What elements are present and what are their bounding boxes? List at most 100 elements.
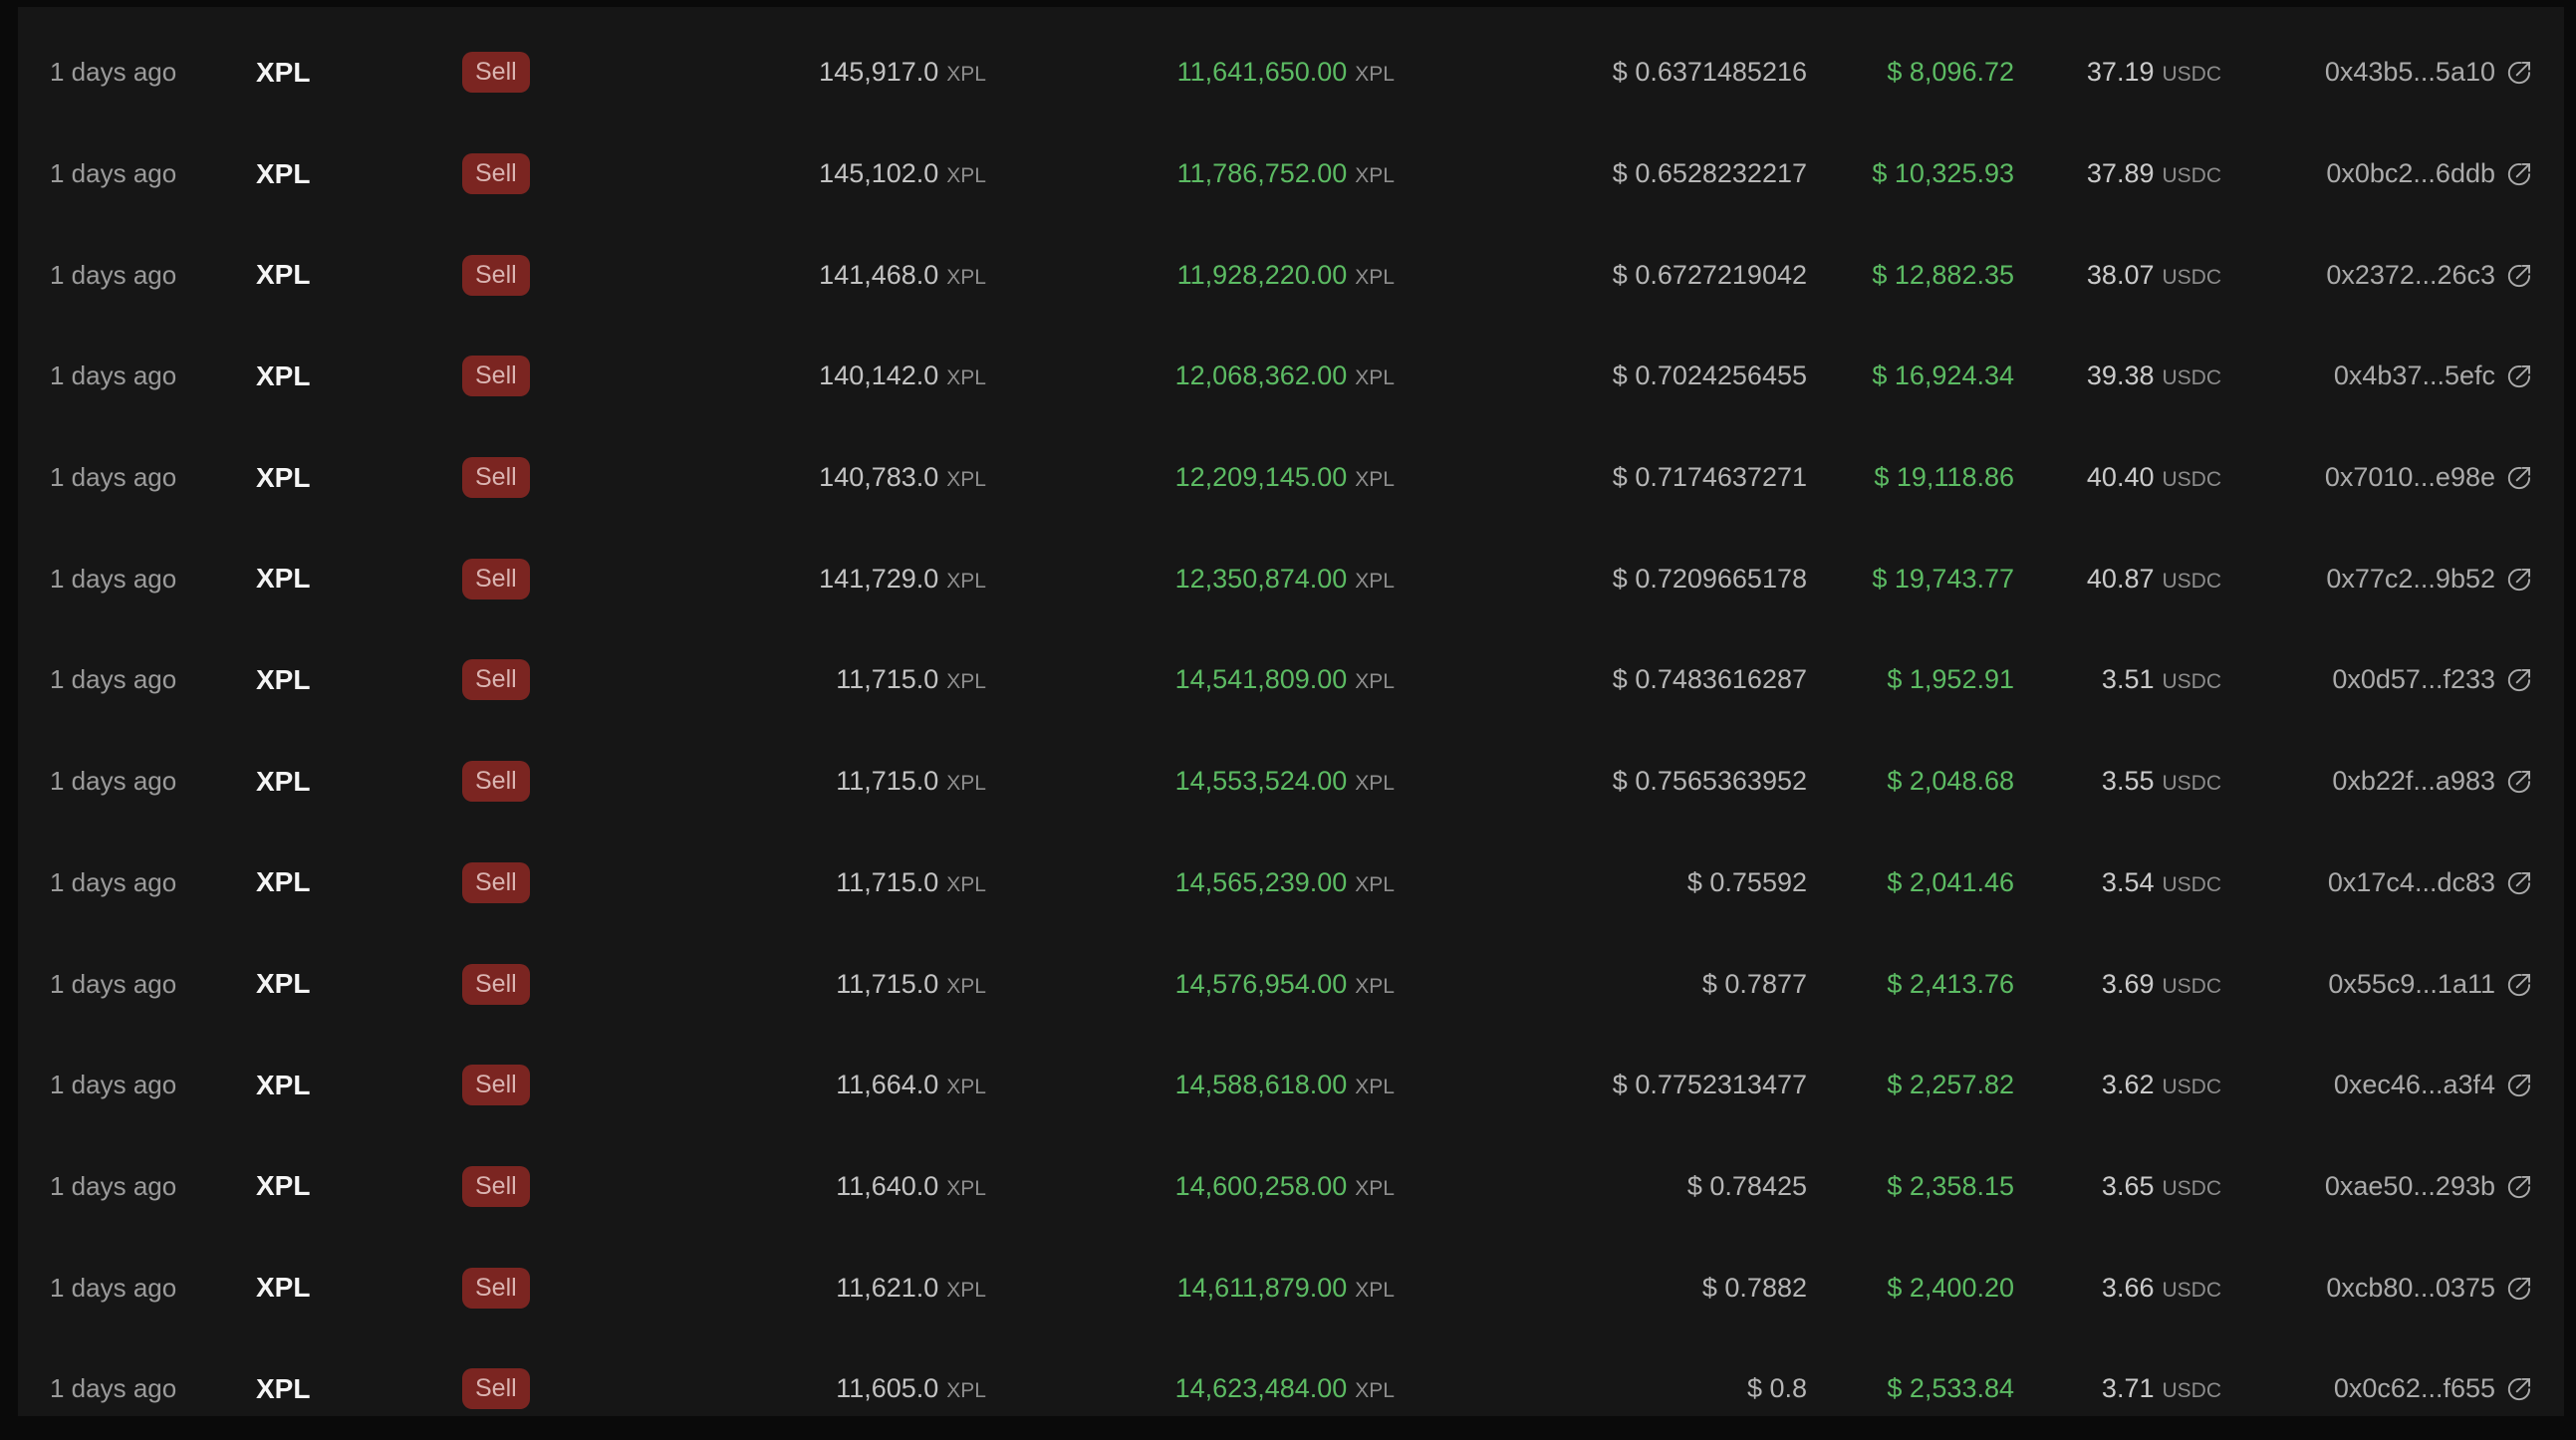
tx-cell: 0xae50...293b: [2221, 1171, 2533, 1202]
total-unit: XPL: [1355, 670, 1395, 693]
usd-value: $ 2,533.84: [1887, 1373, 2014, 1403]
usd-value: $ 8,096.72: [1887, 57, 2014, 87]
external-link-icon[interactable]: [2506, 768, 2533, 795]
external-link-icon[interactable]: [2506, 971, 2533, 998]
tx-hash-link[interactable]: 0xb22f...a983: [2332, 766, 2533, 797]
usd-value-cell: $ 2,041.46: [1807, 867, 2014, 898]
total-value: 14,553,524.00: [1175, 766, 1348, 796]
price-value: $ 0.7209665178: [1613, 564, 1807, 594]
table-row: 1 days ago XPL Sell 11,640.0XPL 14,600,2…: [18, 1136, 2564, 1238]
price-value: $ 0.75592: [1687, 867, 1807, 897]
usdc-cell: 37.89USDC: [2014, 158, 2221, 189]
amount-value: 11,715.0: [836, 969, 938, 999]
usd-value: $ 10,325.93: [1872, 158, 2014, 188]
total-cell: 14,623,484.00XPL: [986, 1373, 1395, 1404]
tx-hash-link[interactable]: 0x43b5...5a10: [2325, 57, 2533, 88]
usdc-value: 39.38: [2087, 360, 2155, 390]
price-cell: $ 0.7877: [1395, 969, 1807, 1000]
trade-age: 1 days ago: [50, 260, 256, 291]
usd-value: $ 12,882.35: [1872, 260, 2014, 290]
token-symbol: XPL: [256, 563, 462, 595]
external-link-icon[interactable]: [2506, 1375, 2533, 1402]
sell-badge: Sell: [462, 659, 530, 700]
usdc-unit: USDC: [2162, 772, 2221, 795]
table-row: 1 days ago XPL Sell 145,102.0XPL 11,786,…: [18, 123, 2564, 225]
usdc-value: 37.19: [2087, 57, 2155, 87]
total-value: 14,600,258.00: [1175, 1171, 1348, 1201]
usd-value-cell: $ 10,325.93: [1807, 158, 2014, 189]
usdc-value: 37.89: [2087, 158, 2155, 188]
table-row: 1 days ago XPL Sell 140,783.0XPL 12,209,…: [18, 427, 2564, 529]
external-link-icon[interactable]: [2506, 666, 2533, 693]
price-cell: $ 0.6528232217: [1395, 158, 1807, 189]
tx-hash-text: 0x4b37...5efc: [2334, 360, 2495, 391]
tx-hash-link[interactable]: 0x0c62...f655: [2334, 1373, 2533, 1404]
token-symbol: XPL: [256, 1070, 462, 1101]
tx-hash-link[interactable]: 0x4b37...5efc: [2334, 360, 2533, 391]
tx-hash-text: 0xb22f...a983: [2332, 766, 2495, 797]
amount-cell: 145,102.0XPL: [588, 158, 986, 189]
price-cell: $ 0.6371485216: [1395, 57, 1807, 88]
external-link-icon[interactable]: [2506, 262, 2533, 289]
external-link-icon[interactable]: [2506, 59, 2533, 86]
usdc-unit: USDC: [2162, 1279, 2221, 1302]
tx-hash-link[interactable]: 0x7010...e98e: [2325, 462, 2533, 493]
amount-cell: 11,715.0XPL: [588, 664, 986, 695]
amount-unit: XPL: [946, 1279, 986, 1302]
external-link-icon[interactable]: [2506, 362, 2533, 389]
usdc-cell: 3.65USDC: [2014, 1171, 2221, 1202]
sell-badge: Sell: [462, 153, 530, 194]
usdc-unit: USDC: [2162, 873, 2221, 896]
external-link-icon[interactable]: [2506, 1275, 2533, 1302]
total-value: 14,576,954.00: [1175, 969, 1348, 999]
total-unit: XPL: [1355, 266, 1395, 289]
trade-age: 1 days ago: [50, 360, 256, 391]
tx-hash-link[interactable]: 0xae50...293b: [2325, 1171, 2533, 1202]
tx-hash-link[interactable]: 0x55c9...1a11: [2328, 969, 2533, 1000]
side-cell: Sell: [462, 1166, 588, 1207]
total-unit: XPL: [1355, 1177, 1395, 1200]
external-link-icon[interactable]: [2506, 566, 2533, 593]
price-value: $ 0.7752313477: [1613, 1070, 1807, 1099]
tx-cell: 0x17c4...dc83: [2221, 867, 2533, 898]
usdc-value: 3.69: [2102, 969, 2155, 999]
total-cell: 14,576,954.00XPL: [986, 969, 1395, 1000]
usdc-unit: USDC: [2162, 975, 2221, 998]
trade-age: 1 days ago: [50, 969, 256, 1000]
side-cell: Sell: [462, 52, 588, 93]
amount-cell: 145,917.0XPL: [588, 57, 986, 88]
tx-hash-link[interactable]: 0x77c2...9b52: [2326, 564, 2533, 595]
usdc-cell: 3.69 USDC: [2014, 969, 2221, 1000]
tx-hash-link[interactable]: 0x2372...26c3: [2326, 260, 2533, 291]
total-cell: 14,565,239.00XPL: [986, 867, 1395, 898]
sell-badge: Sell: [462, 255, 530, 296]
total-cell: 12,209,145.00XPL: [986, 462, 1395, 493]
token-symbol: XPL: [256, 360, 462, 392]
total-value: 14,565,239.00: [1175, 867, 1348, 897]
external-link-icon[interactable]: [2506, 869, 2533, 896]
tx-hash-link[interactable]: 0xcb80...0375: [2326, 1273, 2533, 1304]
usd-value-cell: $ 19,743.77: [1807, 564, 2014, 595]
tx-hash-text: 0xec46...a3f4: [2334, 1070, 2495, 1100]
usd-value: $ 2,400.20: [1887, 1273, 2014, 1303]
external-link-icon[interactable]: [2506, 464, 2533, 491]
table-row: 1 days ago XPL Sell 11,664.0XPL 14,588,6…: [18, 1035, 2564, 1136]
tx-hash-link[interactable]: 0x0bc2...6ddb: [2326, 158, 2533, 189]
amount-value: 11,640.0: [836, 1171, 938, 1201]
tx-hash-link[interactable]: 0xec46...a3f4: [2334, 1070, 2533, 1100]
amount-cell: 11,715.0XPL: [588, 766, 986, 797]
tx-hash-link[interactable]: 0x0d57...f233: [2332, 664, 2533, 695]
total-cell: 14,588,618.00XPL: [986, 1070, 1395, 1100]
tx-hash-text: 0x0bc2...6ddb: [2326, 158, 2495, 189]
tx-hash-text: 0x55c9...1a11: [2328, 969, 2495, 1000]
external-link-icon[interactable]: [2506, 1072, 2533, 1098]
side-cell: Sell: [462, 1368, 588, 1409]
external-link-icon[interactable]: [2506, 1173, 2533, 1200]
usdc-value: 3.65: [2102, 1171, 2155, 1201]
total-value: 12,350,874.00: [1175, 564, 1348, 594]
total-unit: XPL: [1355, 570, 1395, 593]
usd-value-cell: $ 2,257.82: [1807, 1070, 2014, 1100]
tx-hash-link[interactable]: 0x17c4...dc83: [2328, 867, 2533, 898]
amount-unit: XPL: [946, 570, 986, 593]
external-link-icon[interactable]: [2506, 160, 2533, 187]
